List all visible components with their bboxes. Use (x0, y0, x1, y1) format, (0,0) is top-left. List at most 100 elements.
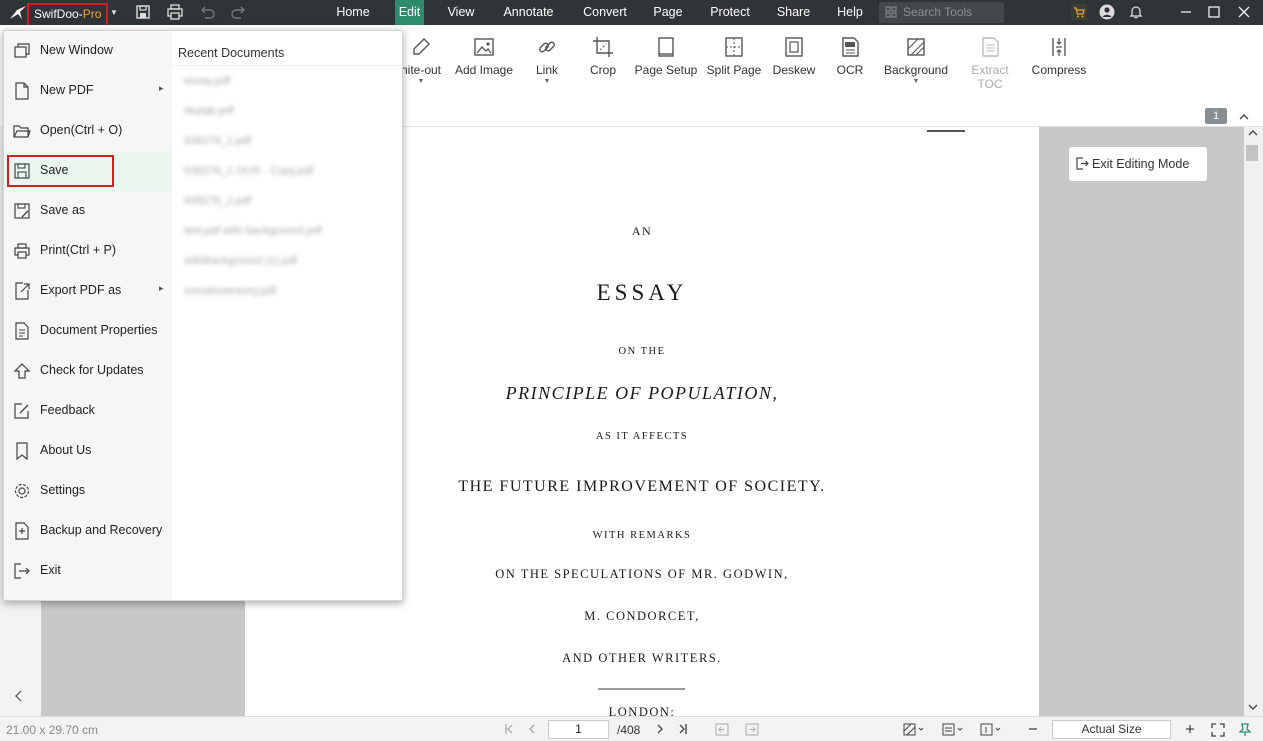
recent-document-item[interactable]: 938276_1.pdf (184, 135, 251, 147)
first-page-icon[interactable] (504, 723, 514, 735)
deskew-button[interactable]: Deskew (771, 33, 817, 103)
background-view-icon[interactable] (903, 723, 925, 736)
minimize-icon[interactable] (1178, 4, 1194, 20)
menu-export-pdf-as[interactable]: Export PDF as ▸ (4, 271, 172, 311)
submenu-arrow-icon: ▸ (159, 283, 164, 293)
crop-label: Crop (589, 63, 616, 77)
menu-document-properties[interactable]: Document Properties (4, 311, 172, 351)
crop-icon (593, 37, 613, 57)
ocr-button[interactable]: OCR (834, 33, 866, 103)
close-icon[interactable] (1236, 4, 1252, 20)
bookmark-icon (16, 442, 28, 460)
menu-page[interactable]: Page (647, 0, 689, 25)
link-button[interactable]: Link ▼ (527, 33, 567, 103)
recent-document-item[interactable]: 938276_2.pdf (184, 195, 251, 207)
menu-save-as[interactable]: Save as (4, 191, 172, 231)
scroll-up-icon[interactable] (1248, 129, 1258, 137)
recent-document-item[interactable]: 938276_1 OCR - Copy.pdf (184, 165, 313, 177)
page-setup-button[interactable]: Page Setup (634, 33, 698, 103)
split-page-button[interactable]: Split Page (705, 33, 763, 103)
menu-exit[interactable]: Exit (4, 551, 172, 591)
fit-page-icon[interactable] (1211, 723, 1225, 737)
menu-protect[interactable]: Protect (702, 0, 758, 25)
menu-backup-label: Backup and Recovery (40, 523, 163, 537)
add-image-button[interactable]: Add Image (452, 33, 516, 103)
exit-icon (14, 563, 30, 579)
single-page-icon[interactable] (980, 723, 1002, 736)
menu-view[interactable]: View (439, 0, 483, 25)
menu-new-pdf[interactable]: New PDF ▸ (4, 71, 172, 111)
new-pdf-icon (15, 82, 29, 100)
compress-button[interactable]: Compress (1030, 33, 1088, 103)
menu-help[interactable]: Help (831, 0, 869, 25)
new-window-icon (14, 43, 30, 58)
menu-open[interactable]: Open(Ctrl + O) (4, 111, 172, 151)
bell-icon[interactable] (1128, 4, 1144, 20)
vertical-scrollbar[interactable] (1244, 127, 1263, 716)
recent-document-item[interactable]: test.pdf with background.pdf (184, 225, 322, 237)
forward-view-icon[interactable] (745, 723, 759, 736)
menu-document-properties-label: Document Properties (40, 323, 158, 337)
menu-print[interactable]: Print(Ctrl + P) (4, 231, 172, 271)
menu-feedback-label: Feedback (40, 403, 95, 417)
redo-icon[interactable] (230, 3, 248, 21)
zoom-out-icon[interactable] (1027, 723, 1039, 735)
crop-button[interactable]: Crop (583, 33, 623, 103)
page-setup-label: Page Setup (634, 63, 698, 77)
menu-annotate[interactable]: Annotate (497, 0, 560, 25)
exit-editing-mode-button[interactable]: Exit Editing Mode (1069, 147, 1207, 181)
doc-line-other-writers: AND OTHER WRITERS. (562, 651, 722, 665)
menu-feedback[interactable]: Feedback (4, 391, 172, 431)
menu-about-us[interactable]: About Us (4, 431, 172, 471)
zoom-level-select[interactable]: Actual Size (1052, 720, 1171, 739)
page-number-input[interactable]: 1 (548, 720, 609, 739)
chevron-down-icon[interactable]: ▼ (110, 8, 118, 17)
previous-page-icon[interactable] (527, 723, 537, 735)
page-layout-icon[interactable] (942, 723, 964, 736)
doc-line-condorcet: M. CONDORCET, (584, 609, 700, 623)
menu-convert[interactable]: Convert (575, 0, 635, 25)
menu-settings[interactable]: Settings (4, 471, 172, 511)
print-icon (14, 243, 30, 259)
scrollbar-thumb[interactable] (1246, 145, 1258, 161)
white-out-button[interactable]: hite-out ▼ (396, 33, 446, 103)
exit-editing-label: Exit Editing Mode (1092, 157, 1190, 171)
user-avatar-icon[interactable] (1099, 4, 1115, 20)
link-icon (539, 41, 555, 53)
split-page-icon (725, 37, 743, 57)
menu-edit[interactable]: Edit (395, 0, 424, 25)
recent-document-item[interactable]: withBackground (1).pdf (184, 255, 297, 267)
image-icon (474, 38, 494, 56)
background-icon (907, 38, 925, 56)
page-rule-top (927, 130, 965, 132)
chevron-up-icon[interactable] (1237, 110, 1251, 124)
menu-share[interactable]: Share (771, 0, 816, 25)
search-tools-input[interactable]: Search Tools (879, 2, 1004, 23)
menu-check-updates-label: Check for Updates (40, 363, 144, 377)
maximize-icon[interactable] (1206, 4, 1222, 20)
background-label: Background (883, 63, 949, 77)
compress-icon (1052, 38, 1066, 56)
extract-toc-button[interactable]: Extract TOC (958, 33, 1022, 103)
save-icon[interactable] (134, 3, 152, 21)
back-view-icon[interactable] (715, 723, 729, 736)
menu-check-updates[interactable]: Check for Updates (4, 351, 172, 391)
background-button[interactable]: Background ▼ (881, 33, 951, 103)
menu-new-window[interactable]: New Window (4, 31, 172, 71)
last-page-icon[interactable] (678, 723, 688, 735)
recent-document-item[interactable]: somatosensory.pdf (184, 285, 276, 297)
chevron-left-icon[interactable] (13, 689, 25, 703)
print-icon[interactable] (166, 3, 184, 21)
cart-icon[interactable] (1071, 4, 1087, 20)
zoom-in-icon[interactable] (1184, 723, 1196, 735)
menu-backup-recovery[interactable]: Backup and Recovery (4, 511, 172, 551)
undo-icon[interactable] (198, 3, 216, 21)
recent-document-item[interactable]: skylab.pdf (184, 105, 234, 117)
pin-icon[interactable] (1238, 723, 1252, 737)
menu-new-window-label: New Window (40, 43, 113, 57)
next-page-icon[interactable] (655, 723, 665, 735)
ocr-icon (842, 37, 859, 57)
scroll-down-icon[interactable] (1248, 703, 1258, 711)
menu-home[interactable]: Home (327, 0, 379, 25)
recent-document-item[interactable]: essay.pdf (184, 75, 230, 87)
